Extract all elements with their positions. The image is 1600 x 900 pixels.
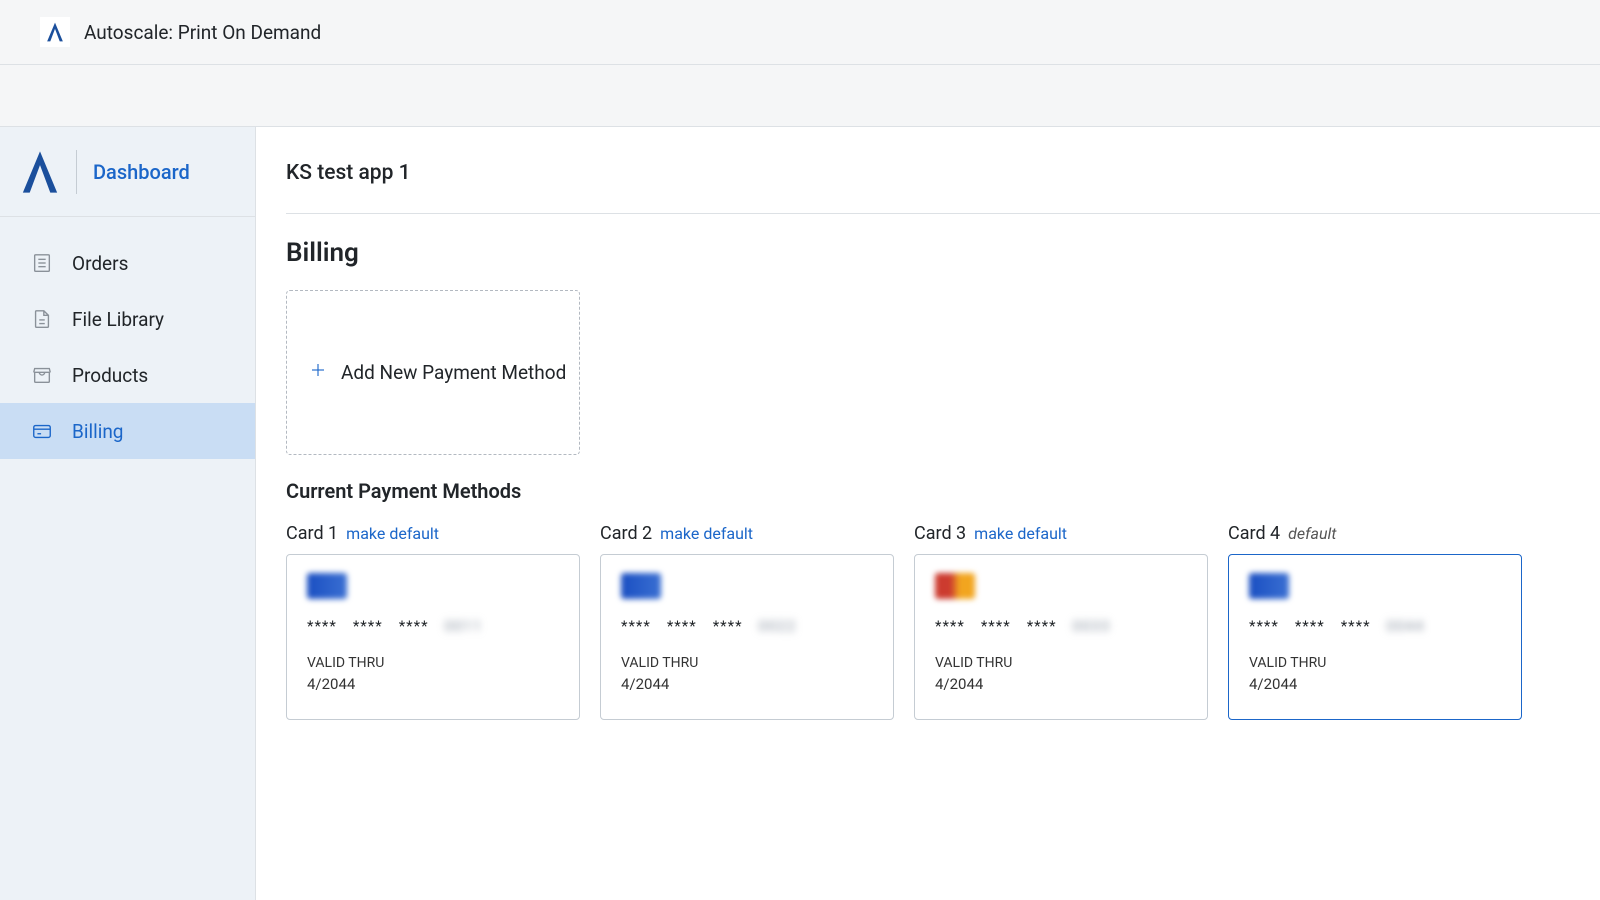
sidebar-item-orders[interactable]: Orders bbox=[0, 235, 255, 291]
make-default-link[interactable]: make default bbox=[660, 524, 753, 543]
app-logo-icon bbox=[40, 17, 70, 47]
sidebar: Dashboard Orders File Library Products bbox=[0, 127, 256, 900]
list-icon bbox=[30, 251, 54, 275]
sidebar-item-label: Products bbox=[72, 364, 148, 387]
card-icon bbox=[30, 419, 54, 443]
payment-card: Card 3 make default **** **** **** 0033 … bbox=[914, 523, 1208, 720]
card-number: **** **** **** 0044 bbox=[1249, 617, 1501, 635]
top-header: Autoscale: Print On Demand bbox=[0, 0, 1600, 65]
payment-card: Card 1 make default **** **** **** 0011 … bbox=[286, 523, 580, 720]
sidebar-item-label: Orders bbox=[72, 252, 128, 275]
add-payment-button[interactable]: Add New Payment Method bbox=[286, 290, 580, 455]
store-icon bbox=[30, 363, 54, 387]
divider bbox=[286, 213, 1600, 214]
make-default-link[interactable]: make default bbox=[346, 524, 439, 543]
card-title: Card 1 bbox=[286, 523, 338, 544]
card-number: **** **** **** 0022 bbox=[621, 617, 873, 635]
main-content: KS test app 1 Billing Add New Payment Me… bbox=[256, 127, 1600, 900]
card-title: Card 4 bbox=[1228, 523, 1280, 544]
card-box[interactable]: **** **** **** 0022 VALID THRU 4/2044 bbox=[600, 554, 894, 720]
sidebar-dashboard-label: Dashboard bbox=[93, 160, 190, 184]
valid-thru-label: VALID THRU bbox=[621, 655, 873, 671]
current-methods-title: Current Payment Methods bbox=[286, 479, 1600, 503]
card-number: **** **** **** 0011 bbox=[307, 617, 559, 635]
sidebar-item-products[interactable]: Products bbox=[0, 347, 255, 403]
sidebar-item-file-library[interactable]: File Library bbox=[0, 291, 255, 347]
payment-card: Card 2 make default **** **** **** 0022 … bbox=[600, 523, 894, 720]
card-box[interactable]: **** **** **** 0044 VALID THRU 4/2044 bbox=[1228, 554, 1522, 720]
valid-thru-label: VALID THRU bbox=[1249, 655, 1501, 671]
valid-thru-label: VALID THRU bbox=[935, 655, 1187, 671]
card-number: **** **** **** 0033 bbox=[935, 617, 1187, 635]
card-brand-icon bbox=[935, 573, 975, 599]
card-brand-icon bbox=[1249, 573, 1289, 599]
card-expiry: 4/2044 bbox=[935, 675, 1187, 693]
card-expiry: 4/2044 bbox=[621, 675, 873, 693]
sidebar-header[interactable]: Dashboard bbox=[0, 127, 255, 217]
cards-row: Card 1 make default **** **** **** 0011 … bbox=[286, 523, 1600, 720]
card-title: Card 2 bbox=[600, 523, 652, 544]
add-payment-label: Add New Payment Method bbox=[341, 361, 566, 384]
sub-header bbox=[0, 65, 1600, 127]
sidebar-item-billing[interactable]: Billing bbox=[0, 403, 255, 459]
sidebar-item-label: Billing bbox=[72, 420, 123, 443]
section-title: Billing bbox=[286, 238, 1600, 268]
card-expiry: 4/2044 bbox=[1249, 675, 1501, 693]
divider bbox=[76, 150, 77, 194]
payment-card: Card 4 default **** **** **** 0044 VALID… bbox=[1228, 523, 1522, 720]
card-title: Card 3 bbox=[914, 523, 966, 544]
valid-thru-label: VALID THRU bbox=[307, 655, 559, 671]
default-label: default bbox=[1288, 524, 1336, 543]
make-default-link[interactable]: make default bbox=[974, 524, 1067, 543]
app-title: Autoscale: Print On Demand bbox=[84, 21, 321, 44]
page-title: KS test app 1 bbox=[286, 161, 1600, 185]
file-icon bbox=[30, 307, 54, 331]
card-box[interactable]: **** **** **** 0033 VALID THRU 4/2044 bbox=[914, 554, 1208, 720]
card-brand-icon bbox=[307, 573, 347, 599]
card-expiry: 4/2044 bbox=[307, 675, 559, 693]
brand-logo-icon bbox=[16, 144, 64, 200]
card-box[interactable]: **** **** **** 0011 VALID THRU 4/2044 bbox=[286, 554, 580, 720]
card-brand-icon bbox=[621, 573, 661, 599]
plus-icon bbox=[309, 361, 327, 384]
sidebar-item-label: File Library bbox=[72, 308, 164, 331]
